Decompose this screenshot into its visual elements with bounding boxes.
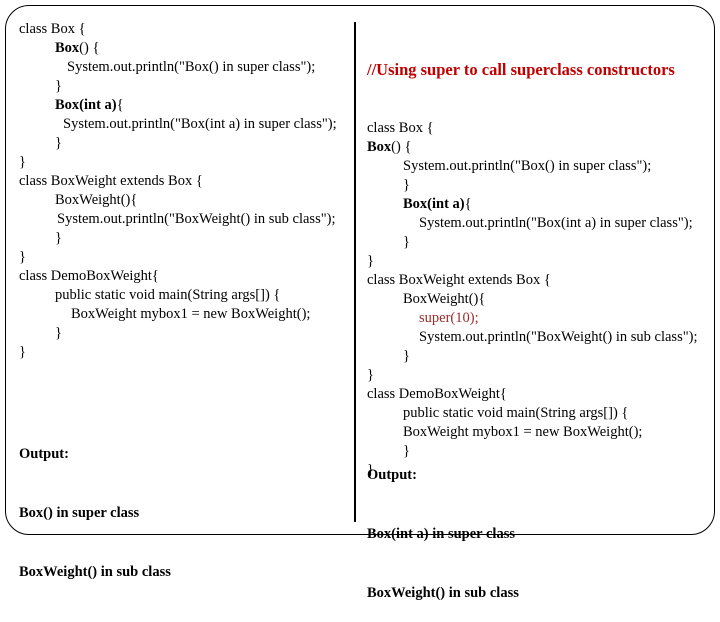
code-rest: { [464,196,472,212]
code-line: System.out.println("Box(int a) in super … [419,215,693,231]
code-line: System.out.println("Box() in super class… [403,158,652,174]
code-line: Box() { [367,138,698,157]
code-line: Box(int a){ [19,96,337,115]
code-line: } [367,253,374,269]
code-line: } [55,230,62,246]
output-label: Output: [19,446,69,462]
left-output-block: Output: Box() in super class BoxWeight()… [19,404,171,601]
code-line: } [55,135,62,151]
code-line: BoxWeight(){ [55,192,138,208]
code-line: } [19,154,26,170]
constructor-name: Box [55,40,80,56]
code-line: System.out.println("BoxWeight() in sub c… [57,211,336,227]
code-line: BoxWeight(){ [403,291,486,307]
code-line: } [403,177,410,193]
column-divider [354,22,356,522]
code-line: System.out.println("Box() in super class… [67,59,316,75]
code-line: } [403,348,410,364]
code-rest: { [116,97,124,113]
output-line: BoxWeight() in sub class [367,585,519,601]
code-line: System.out.println("BoxWeight() in sub c… [419,329,698,345]
code-line: class DemoBoxWeight{ [367,386,507,402]
code-line: } [367,367,374,383]
code-line: public static void main(String args[]) { [403,405,629,421]
code-line: Box(int a){ [367,195,698,214]
code-line: System.out.println("Box(int a) in super … [63,116,337,132]
left-code-block: class Box {Box() {System.out.println("Bo… [19,20,337,362]
code-line: class BoxWeight extends Box { [19,173,203,189]
code-line: class DemoBoxWeight{ [19,268,159,284]
constructor-name: Box(int a) [55,97,117,113]
code-rest: () { [391,139,412,155]
code-line: } [403,234,410,250]
super-call-line: super(10); [419,310,479,326]
output-line: BoxWeight() in sub class [19,564,171,580]
code-line: BoxWeight mybox1 = new BoxWeight(); [71,306,311,322]
output-label: Output: [367,467,417,483]
code-rest: () { [79,40,100,56]
right-output-block: Output: Box(int a) in super class BoxWei… [367,425,519,622]
constructor-name: Box [367,139,392,155]
output-line: Box() in super class [19,505,140,521]
code-line: } [55,78,62,94]
output-line: Box(int a) in super class [367,526,515,542]
slide-heading: //Using super to call superclass constru… [367,60,675,79]
code-line: Box() { [19,39,337,58]
code-line: } [19,249,26,265]
code-line: class Box { [367,120,434,136]
code-line: } [19,344,26,360]
code-line: public static void main(String args[]) { [55,287,281,303]
code-line: class BoxWeight extends Box { [367,272,551,288]
code-line: class Box { [19,21,86,37]
constructor-name: Box(int a) [403,196,465,212]
code-line: } [55,325,62,341]
